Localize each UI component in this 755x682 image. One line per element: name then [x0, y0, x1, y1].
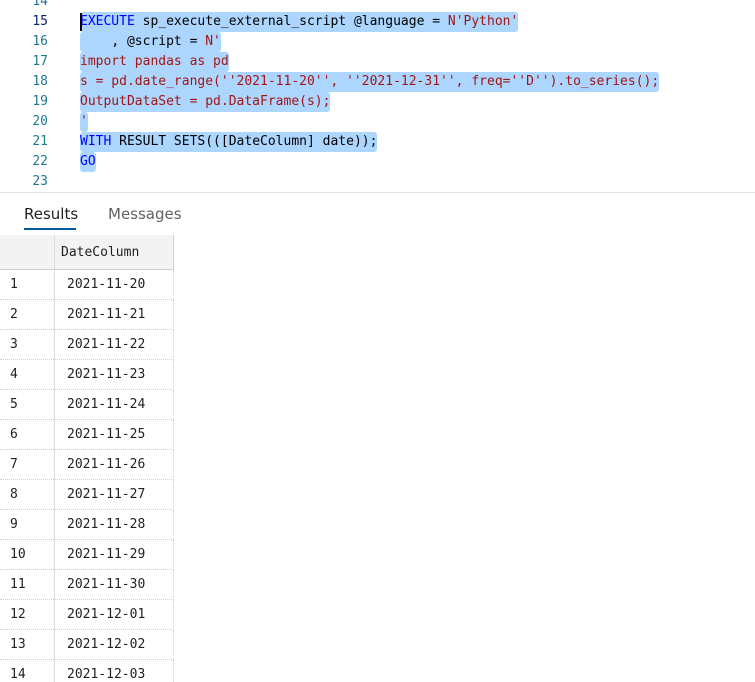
- code-line[interactable]: 23: [0, 172, 755, 192]
- code-text: , @script = N': [80, 32, 221, 52]
- date-cell[interactable]: 2021-11-25: [54, 419, 174, 450]
- line-number: 17: [32, 54, 48, 69]
- code-text: EXECUTE sp_execute_external_script @lang…: [80, 12, 519, 32]
- code-token: , @script =: [111, 34, 206, 49]
- code-token: sp_execute_external_script: [134, 14, 354, 29]
- row-number[interactable]: 1: [0, 269, 55, 300]
- date-cell[interactable]: 2021-11-21: [54, 299, 174, 330]
- date-cell[interactable]: 2021-11-20: [54, 269, 174, 300]
- row-number[interactable]: 2: [0, 299, 55, 330]
- code-token: @language =: [353, 14, 448, 29]
- date-cell[interactable]: 2021-12-02: [54, 629, 174, 660]
- column-header-datecolumn[interactable]: DateColumn: [54, 235, 174, 270]
- row-number[interactable]: 5: [0, 389, 55, 420]
- sql-editor[interactable]: 14 15 EXECUTE sp_execute_external_script @…: [0, 0, 755, 193]
- date-cell[interactable]: 2021-11-23: [54, 359, 174, 390]
- table-row[interactable]: 11 2021-11-30: [0, 569, 174, 600]
- table-row[interactable]: 9 2021-11-28: [0, 509, 174, 540]
- code-line[interactable]: 15 EXECUTE sp_execute_external_script @la…: [0, 12, 755, 32]
- code-token: ': [80, 114, 88, 129]
- results-table: DateColumn 1 2021-11-20 2 2021-11-21 3 2021-1…: [0, 235, 174, 682]
- row-number[interactable]: 11: [0, 569, 55, 600]
- code-token: WITH: [80, 134, 112, 149]
- row-number[interactable]: 4: [0, 359, 55, 390]
- table-row[interactable]: 5 2021-11-24: [0, 389, 174, 420]
- line-number: 23: [32, 174, 48, 189]
- line-number: 15: [32, 14, 48, 29]
- row-number[interactable]: 6: [0, 419, 55, 450]
- date-cell[interactable]: 2021-11-27: [54, 479, 174, 510]
- code-token: EXECUTE: [80, 14, 135, 29]
- date-cell[interactable]: 2021-12-03: [54, 659, 174, 682]
- date-cell[interactable]: 2021-12-01: [54, 599, 174, 630]
- date-cell[interactable]: 2021-11-30: [54, 569, 174, 600]
- code-token: s = pd.date_range(''2021-11-20'', ''2021…: [80, 74, 660, 89]
- code-token: N'Python': [447, 14, 519, 29]
- row-number[interactable]: 8: [0, 479, 55, 510]
- table-row[interactable]: 8 2021-11-27: [0, 479, 174, 510]
- code-line[interactable]: 21 WITH RESULT SETS(([DateColumn] date));: [0, 132, 755, 152]
- code-text: ': [80, 112, 88, 132]
- results-tabbar: Results Messages: [0, 193, 755, 235]
- code-line[interactable]: 18 s = pd.date_range(''2021-11-20'', ''20…: [0, 72, 755, 92]
- code-token: import pandas as pd: [80, 54, 229, 69]
- row-number[interactable]: 3: [0, 329, 55, 360]
- tab-results[interactable]: Results: [24, 205, 78, 223]
- line-number: 21: [32, 134, 48, 149]
- code-token: OutputDataSet = pd.DataFrame(s);: [80, 94, 331, 109]
- line-number: 18: [32, 74, 48, 89]
- code-line[interactable]: 22 GO: [0, 152, 755, 172]
- table-row[interactable]: 7 2021-11-26: [0, 449, 174, 480]
- date-cell[interactable]: 2021-11-26: [54, 449, 174, 480]
- code-line[interactable]: 19 OutputDataSet = pd.DataFrame(s);: [0, 92, 755, 112]
- code-line[interactable]: 16 , @script = N': [0, 32, 755, 52]
- code-text: OutputDataSet = pd.DataFrame(s);: [80, 92, 331, 112]
- table-row[interactable]: 2 2021-11-21: [0, 299, 174, 330]
- line-number: 22: [32, 154, 48, 169]
- code-text: s = pd.date_range(''2021-11-20'', ''2021…: [80, 72, 660, 92]
- row-number[interactable]: 14: [0, 659, 55, 682]
- row-number[interactable]: 9: [0, 509, 55, 540]
- text-cursor: [80, 13, 82, 31]
- date-cell[interactable]: 2021-11-22: [54, 329, 174, 360]
- table-row[interactable]: 13 2021-12-02: [0, 629, 174, 660]
- date-cell[interactable]: 2021-11-24: [54, 389, 174, 420]
- table-row[interactable]: 10 2021-11-29: [0, 539, 174, 570]
- code-text: import pandas as pd: [80, 52, 229, 72]
- date-cell[interactable]: 2021-11-29: [54, 539, 174, 570]
- table-row[interactable]: 4 2021-11-23: [0, 359, 174, 390]
- table-row[interactable]: 12 2021-12-01: [0, 599, 174, 630]
- date-cell[interactable]: 2021-11-28: [54, 509, 174, 540]
- line-number: 20: [32, 114, 48, 129]
- table-row[interactable]: 1 2021-11-20: [0, 269, 174, 300]
- row-number[interactable]: 10: [0, 539, 55, 570]
- code-line[interactable]: 20 ': [0, 112, 755, 132]
- active-tab-underline: [24, 228, 76, 230]
- code-line[interactable]: 17 import pandas as pd: [0, 52, 755, 72]
- table-row[interactable]: 6 2021-11-25: [0, 419, 174, 450]
- code-line[interactable]: 14: [0, 0, 755, 12]
- code-token: N': [205, 34, 221, 49]
- table-row[interactable]: 14 2021-12-03: [0, 659, 174, 682]
- row-number[interactable]: 13: [0, 629, 55, 660]
- line-number: 19: [32, 94, 48, 109]
- row-number[interactable]: 7: [0, 449, 55, 480]
- table-row[interactable]: 3 2021-11-22: [0, 329, 174, 360]
- results-grid[interactable]: DateColumn 1 2021-11-20 2 2021-11-21 3 2021-1…: [0, 235, 755, 682]
- code-token: RESULT SETS(([DateColumn] date));: [111, 134, 378, 149]
- code-text: WITH RESULT SETS(([DateColumn] date));: [80, 132, 378, 152]
- line-number: 14: [32, 0, 48, 9]
- code-token: GO: [80, 154, 96, 169]
- row-number[interactable]: 12: [0, 599, 55, 630]
- tab-messages[interactable]: Messages: [108, 205, 182, 223]
- row-header-corner[interactable]: [0, 235, 55, 270]
- code-text: GO: [80, 152, 96, 172]
- line-number: 16: [32, 34, 48, 49]
